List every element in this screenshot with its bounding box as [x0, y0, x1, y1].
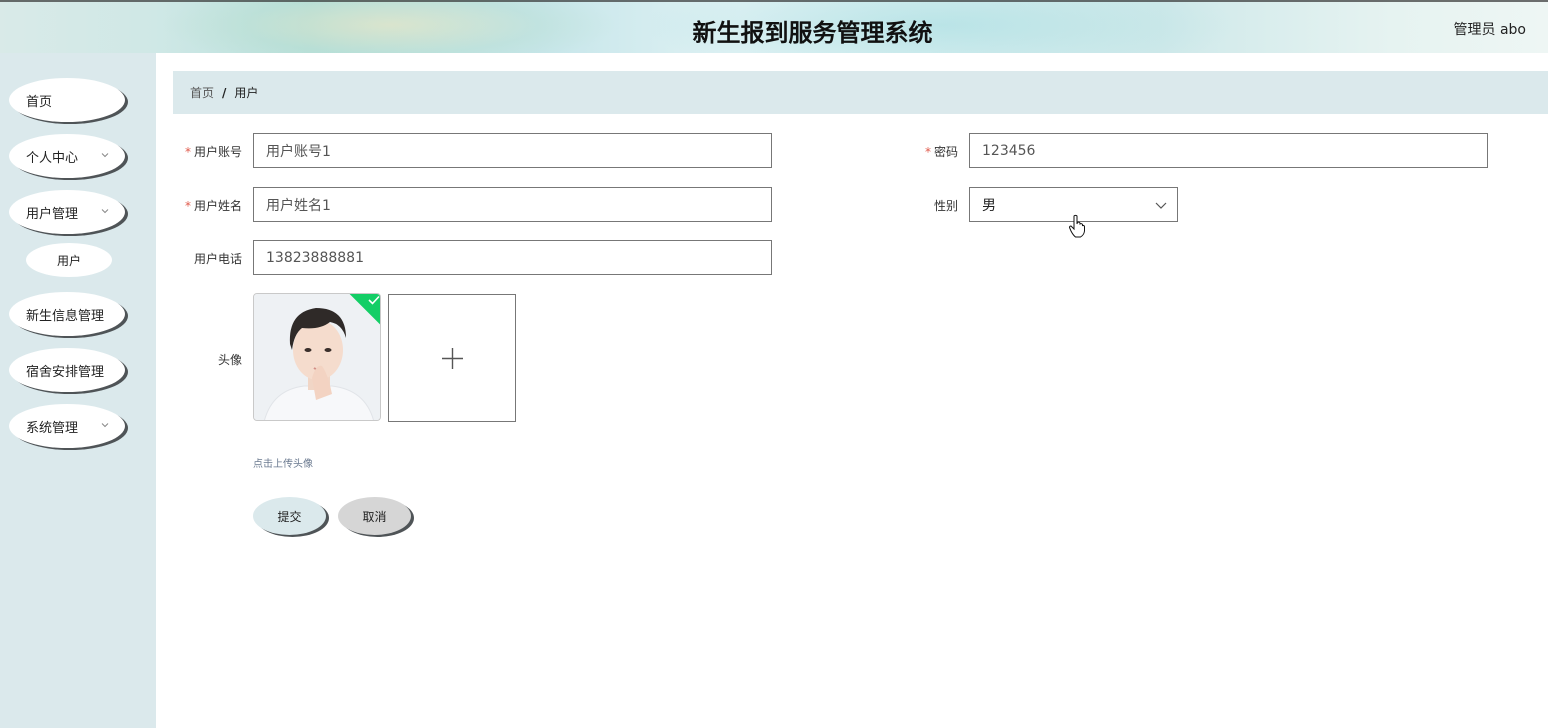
name-field[interactable]: 用户姓名1	[253, 187, 772, 222]
app-header: 新生报到服务管理系统 管理员 abo	[0, 0, 1548, 53]
chevron-down-icon	[101, 423, 109, 428]
sidebar-item-home[interactable]: 首页	[9, 78, 125, 122]
breadcrumb-current: 用户	[234, 86, 259, 100]
account-label: * 用户账号	[184, 145, 242, 159]
account-field[interactable]: 用户账号1	[253, 133, 772, 168]
name-label: * 用户姓名	[184, 199, 242, 213]
chevron-down-icon	[101, 153, 109, 158]
breadcrumb-separator: /	[222, 85, 227, 100]
chevron-down-icon	[1155, 202, 1167, 209]
sidebar-item-student-info[interactable]: 新生信息管理	[9, 292, 125, 336]
sidebar-subitem-users[interactable]: 用户	[26, 243, 112, 277]
avatar-preview[interactable]	[253, 293, 381, 421]
breadcrumb: 首页 / 用户	[173, 71, 1548, 114]
password-label: * 密码	[924, 145, 958, 159]
sidebar-item-system-management[interactable]: 系统管理	[9, 404, 125, 448]
avatar-label: 头像	[217, 353, 242, 367]
submit-button[interactable]: 提交	[253, 497, 326, 535]
upload-hint: 点击上传头像	[253, 459, 313, 470]
sidebar: 首页 个人中心 用户管理 用户 新生信息管理 宿舍安排管理 系统管理	[0, 53, 156, 728]
sidebar-item-dorm-arrangement[interactable]: 宿舍安排管理	[9, 348, 125, 392]
sidebar-item-label: 用户管理	[26, 206, 79, 222]
sidebar-item-label: 个人中心	[26, 150, 79, 166]
cancel-button[interactable]: 取消	[338, 497, 411, 535]
app-title: 新生报到服务管理系统	[692, 19, 933, 47]
sidebar-item-label: 首页	[26, 94, 53, 110]
breadcrumb-home[interactable]: 首页	[190, 84, 214, 101]
phone-field[interactable]: 13823888881	[253, 240, 772, 275]
sidebar-item-user-management[interactable]: 用户管理	[9, 190, 125, 234]
sidebar-subitem-label: 用户	[56, 253, 81, 268]
phone-label: 用户电话	[193, 252, 242, 266]
sidebar-item-label: 宿舍安排管理	[26, 364, 105, 380]
hand-cursor-icon	[1068, 214, 1085, 238]
sidebar-item-label: 系统管理	[26, 420, 79, 436]
header-top-border	[0, 0, 1548, 2]
plus-icon	[442, 348, 463, 369]
sidebar-item-personal-center[interactable]: 个人中心	[9, 134, 125, 178]
gender-label: 性别	[933, 199, 958, 213]
avatar-image	[254, 294, 380, 420]
sidebar-item-label: 新生信息管理	[26, 308, 105, 324]
avatar-upload-button[interactable]	[388, 294, 516, 422]
password-field[interactable]: 123456	[969, 133, 1488, 168]
chevron-down-icon	[101, 209, 109, 214]
check-icon	[368, 295, 380, 305]
current-user[interactable]: 管理员 abo	[1454, 19, 1526, 39]
